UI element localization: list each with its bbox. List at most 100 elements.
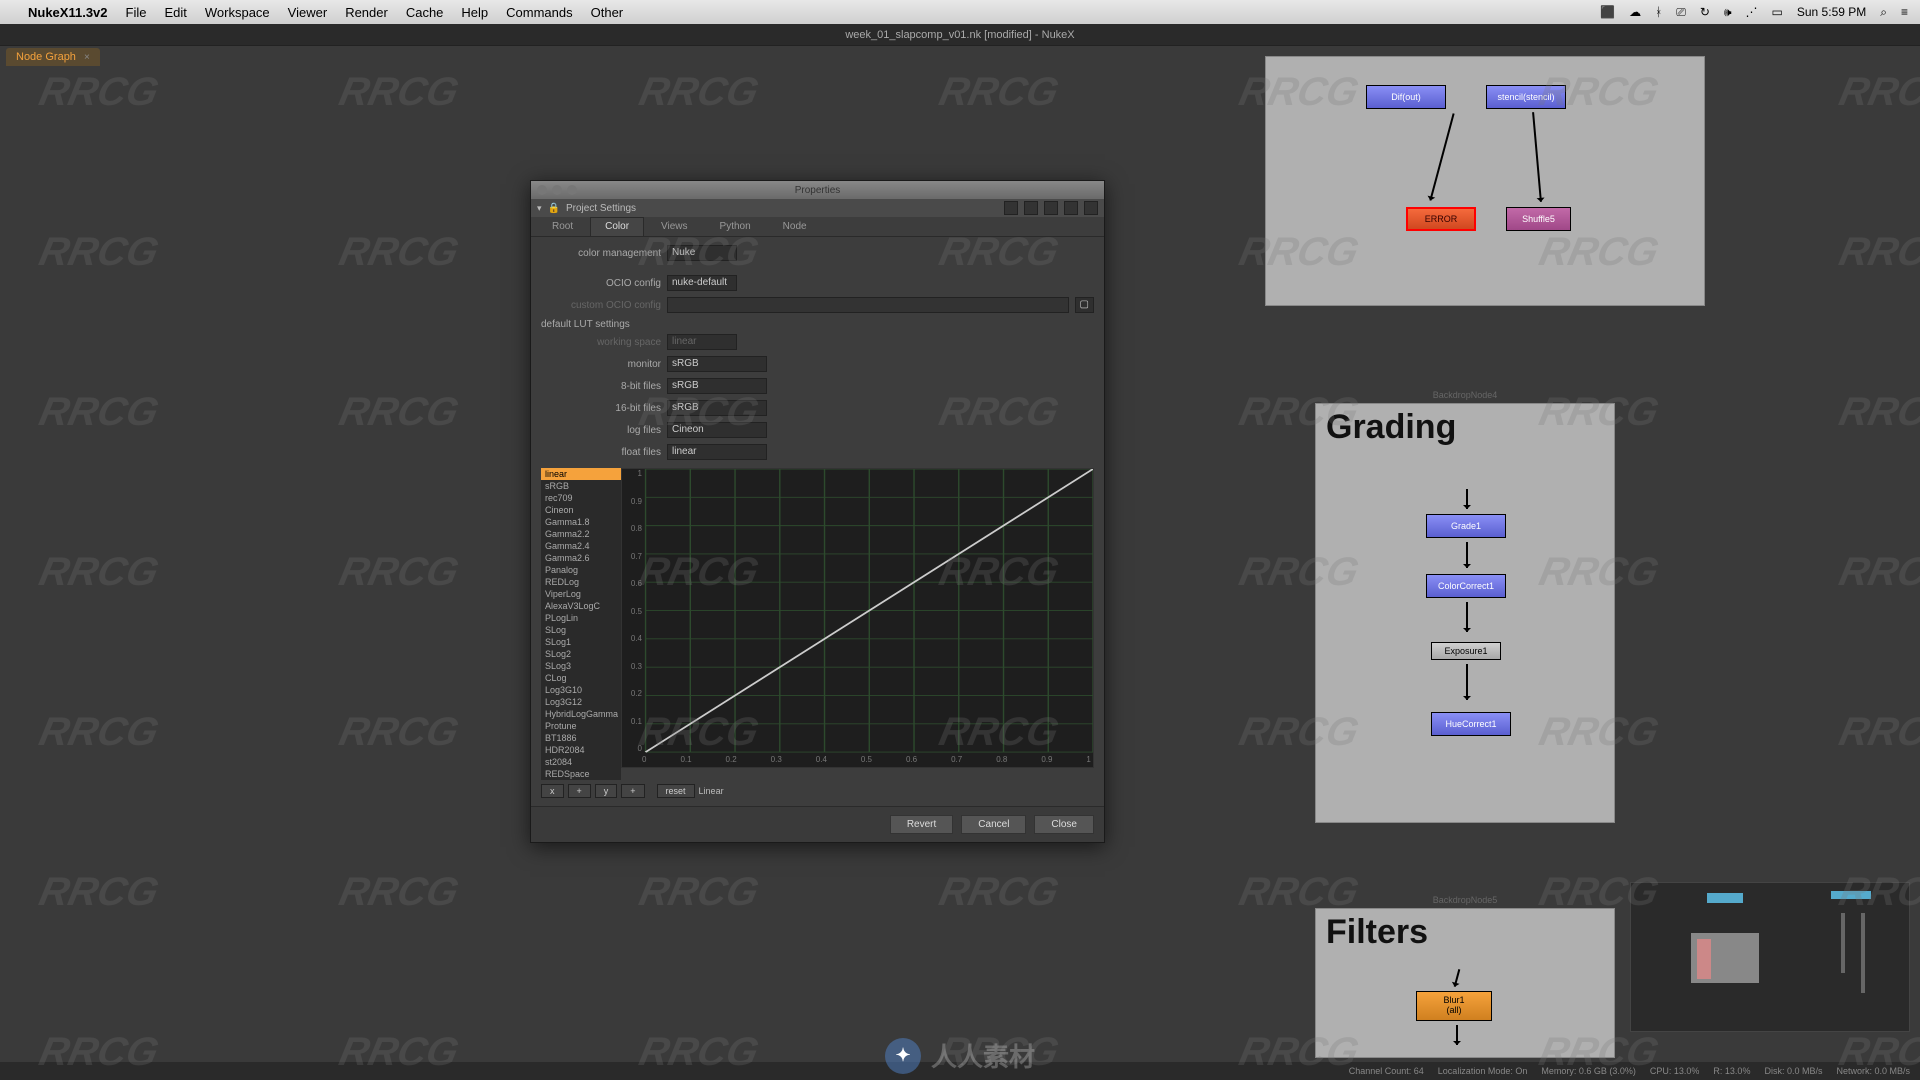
curve-list-item[interactable]: SLog [541, 624, 621, 636]
menu-cache[interactable]: Cache [406, 5, 444, 20]
curve-list-item[interactable]: BT1886 [541, 732, 621, 744]
close-icon[interactable]: × [84, 52, 90, 63]
node-graph-canvas[interactable]: Properties ▾ 🔒 Project Settings Root Col… [0, 68, 1920, 1058]
menuextra-icon[interactable]: ⬛ [1600, 5, 1615, 19]
lock-icon[interactable]: 🔒 [548, 203, 560, 214]
curve-list-item[interactable]: AlexaV3LogC [541, 600, 621, 612]
dialog-titlebar[interactable]: Properties [531, 181, 1104, 199]
dialog-ctrl-2[interactable] [1024, 201, 1038, 215]
curve-list-item[interactable]: Gamma2.2 [541, 528, 621, 540]
curve-list-item[interactable]: ViperLog [541, 588, 621, 600]
curve-list-item[interactable]: PLogLin [541, 612, 621, 624]
menu-file[interactable]: File [126, 5, 147, 20]
select-16bit[interactable]: sRGB [667, 400, 767, 416]
dialog-ctrl-4[interactable] [1064, 201, 1078, 215]
browse-icon[interactable]: ▢ [1075, 297, 1094, 313]
cancel-button[interactable]: Cancel [961, 815, 1026, 834]
curve-btn-plus2[interactable]: + [621, 784, 644, 798]
curve-list-item[interactable]: rec709 [541, 492, 621, 504]
node-exposure1[interactable]: Exposure1 [1431, 642, 1501, 660]
label-log-files: log files [541, 425, 661, 436]
curve-list-item[interactable]: linear [541, 468, 621, 480]
spotlight-icon[interactable]: ⌕ [1880, 5, 1887, 20]
node-difout[interactable]: Dif(out) [1366, 85, 1446, 109]
node-shuffle[interactable]: Shuffle5 [1506, 207, 1571, 231]
select-8bit[interactable]: sRGB [667, 378, 767, 394]
display-icon[interactable]: ⎚ [1676, 5, 1686, 20]
minimap[interactable] [1630, 882, 1910, 1032]
tab-node-graph[interactable]: Node Graph × [6, 48, 100, 66]
curve-btn-plus[interactable]: + [568, 784, 591, 798]
curve-list-item[interactable]: Log3G12 [541, 696, 621, 708]
timemachine-icon[interactable]: ↻ [1700, 5, 1710, 19]
backdrop-filters[interactable]: BackdropNode5 Filters Blur1 (all) [1315, 908, 1615, 1058]
curve-list-item[interactable]: sRGB [541, 480, 621, 492]
curve-list-item[interactable]: Protune [541, 720, 621, 732]
dialog-ctrl-1[interactable] [1004, 201, 1018, 215]
wifi-icon[interactable]: ⋰ [1746, 5, 1758, 19]
close-button[interactable]: Close [1034, 815, 1094, 834]
bluetooth-icon[interactable]: ᚼ [1655, 5, 1662, 19]
tab-views[interactable]: Views [646, 217, 703, 236]
curve-list-item[interactable]: Gamma1.8 [541, 516, 621, 528]
notification-icon[interactable]: ≡ [1901, 5, 1908, 19]
select-ocio-config[interactable]: nuke-default [667, 275, 737, 291]
node-colorcorrect1[interactable]: ColorCorrect1 [1426, 574, 1506, 598]
backdrop-top[interactable]: Dif(out) stencil(stencil) ERROR Shuffle5 [1265, 56, 1705, 306]
status-r: R: 13.0% [1713, 1066, 1750, 1076]
backdrop-grading[interactable]: BackdropNode4 Grading Grade1 ColorCorrec… [1315, 403, 1615, 823]
curve-list-item[interactable]: REDLog [541, 576, 621, 588]
select-log-files[interactable]: Cineon [667, 422, 767, 438]
dialog-header: ▾ 🔒 Project Settings [531, 199, 1104, 217]
curve-list[interactable]: linearsRGBrec709CineonGamma1.8Gamma2.2Ga… [541, 468, 621, 780]
menu-render[interactable]: Render [345, 5, 388, 20]
menu-workspace[interactable]: Workspace [205, 5, 270, 20]
reset-button[interactable]: reset [657, 784, 695, 798]
node-blur1[interactable]: Blur1 (all) [1416, 991, 1492, 1021]
disclosure-icon[interactable]: ▾ [537, 203, 542, 214]
node-stencil[interactable]: stencil(stencil) [1486, 85, 1566, 109]
curve-btn-y[interactable]: y [595, 784, 618, 798]
curve-list-item[interactable]: REDSpace [541, 768, 621, 780]
node-error[interactable]: ERROR [1406, 207, 1476, 231]
curve-list-item[interactable]: HybridLogGamma [541, 708, 621, 720]
tab-color[interactable]: Color [590, 217, 644, 236]
arrow [1466, 542, 1468, 568]
curve-btn-x[interactable]: x [541, 784, 564, 798]
menu-other[interactable]: Other [591, 5, 624, 20]
select-color-management[interactable]: Nuke [667, 245, 737, 261]
node-grade1[interactable]: Grade1 [1426, 514, 1506, 538]
dialog-close-icon[interactable] [1084, 201, 1098, 215]
curve-list-item[interactable]: HDR2084 [541, 744, 621, 756]
status-channels: Channel Count: 64 [1349, 1066, 1424, 1076]
app-name[interactable]: NukeX11.3v2 [28, 5, 108, 20]
select-float-files[interactable]: linear [667, 444, 767, 460]
curve-list-item[interactable]: Gamma2.4 [541, 540, 621, 552]
curve-list-item[interactable]: SLog1 [541, 636, 621, 648]
curve-list-item[interactable]: Log3G10 [541, 684, 621, 696]
curve-graph[interactable]: 10.90.80.70.60.50.40.30.20.10 00.10.20.3… [621, 468, 1094, 768]
battery-icon[interactable]: ▭ [1772, 5, 1783, 19]
curve-list-item[interactable]: Panalog [541, 564, 621, 576]
curve-list-item[interactable]: SLog2 [541, 648, 621, 660]
menu-help[interactable]: Help [461, 5, 488, 20]
node-huecorrect1[interactable]: HueCorrect1 [1431, 712, 1511, 736]
cloud-icon[interactable]: ☁ [1629, 5, 1641, 19]
dialog-ctrl-3[interactable] [1044, 201, 1058, 215]
curve-list-item[interactable]: Gamma2.6 [541, 552, 621, 564]
curve-list-item[interactable]: st2084 [541, 756, 621, 768]
tab-root[interactable]: Root [537, 217, 588, 236]
revert-button[interactable]: Revert [890, 815, 953, 834]
traffic-lights[interactable] [537, 185, 577, 195]
curve-list-item[interactable]: Cineon [541, 504, 621, 516]
clock[interactable]: Sun 5:59 PM [1797, 5, 1866, 19]
tab-python[interactable]: Python [705, 217, 766, 236]
volume-icon[interactable]: 🕪 [1724, 5, 1732, 20]
menu-edit[interactable]: Edit [164, 5, 186, 20]
tab-node[interactable]: Node [768, 217, 822, 236]
curve-list-item[interactable]: CLog [541, 672, 621, 684]
menu-commands[interactable]: Commands [506, 5, 572, 20]
select-monitor[interactable]: sRGB [667, 356, 767, 372]
curve-list-item[interactable]: SLog3 [541, 660, 621, 672]
menu-viewer[interactable]: Viewer [288, 5, 328, 20]
